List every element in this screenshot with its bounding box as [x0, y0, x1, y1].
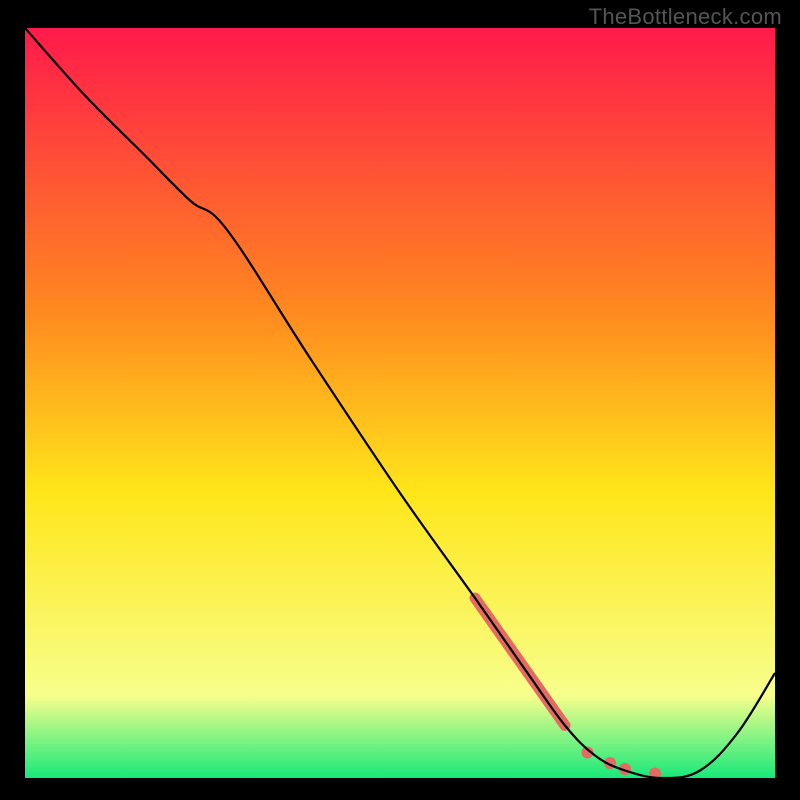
- gradient-background: [25, 28, 775, 778]
- chart-container: TheBottleneck.com: [0, 0, 800, 800]
- chart-svg: [25, 28, 775, 778]
- watermark-text: TheBottleneck.com: [589, 4, 782, 30]
- plot-area: [25, 28, 775, 778]
